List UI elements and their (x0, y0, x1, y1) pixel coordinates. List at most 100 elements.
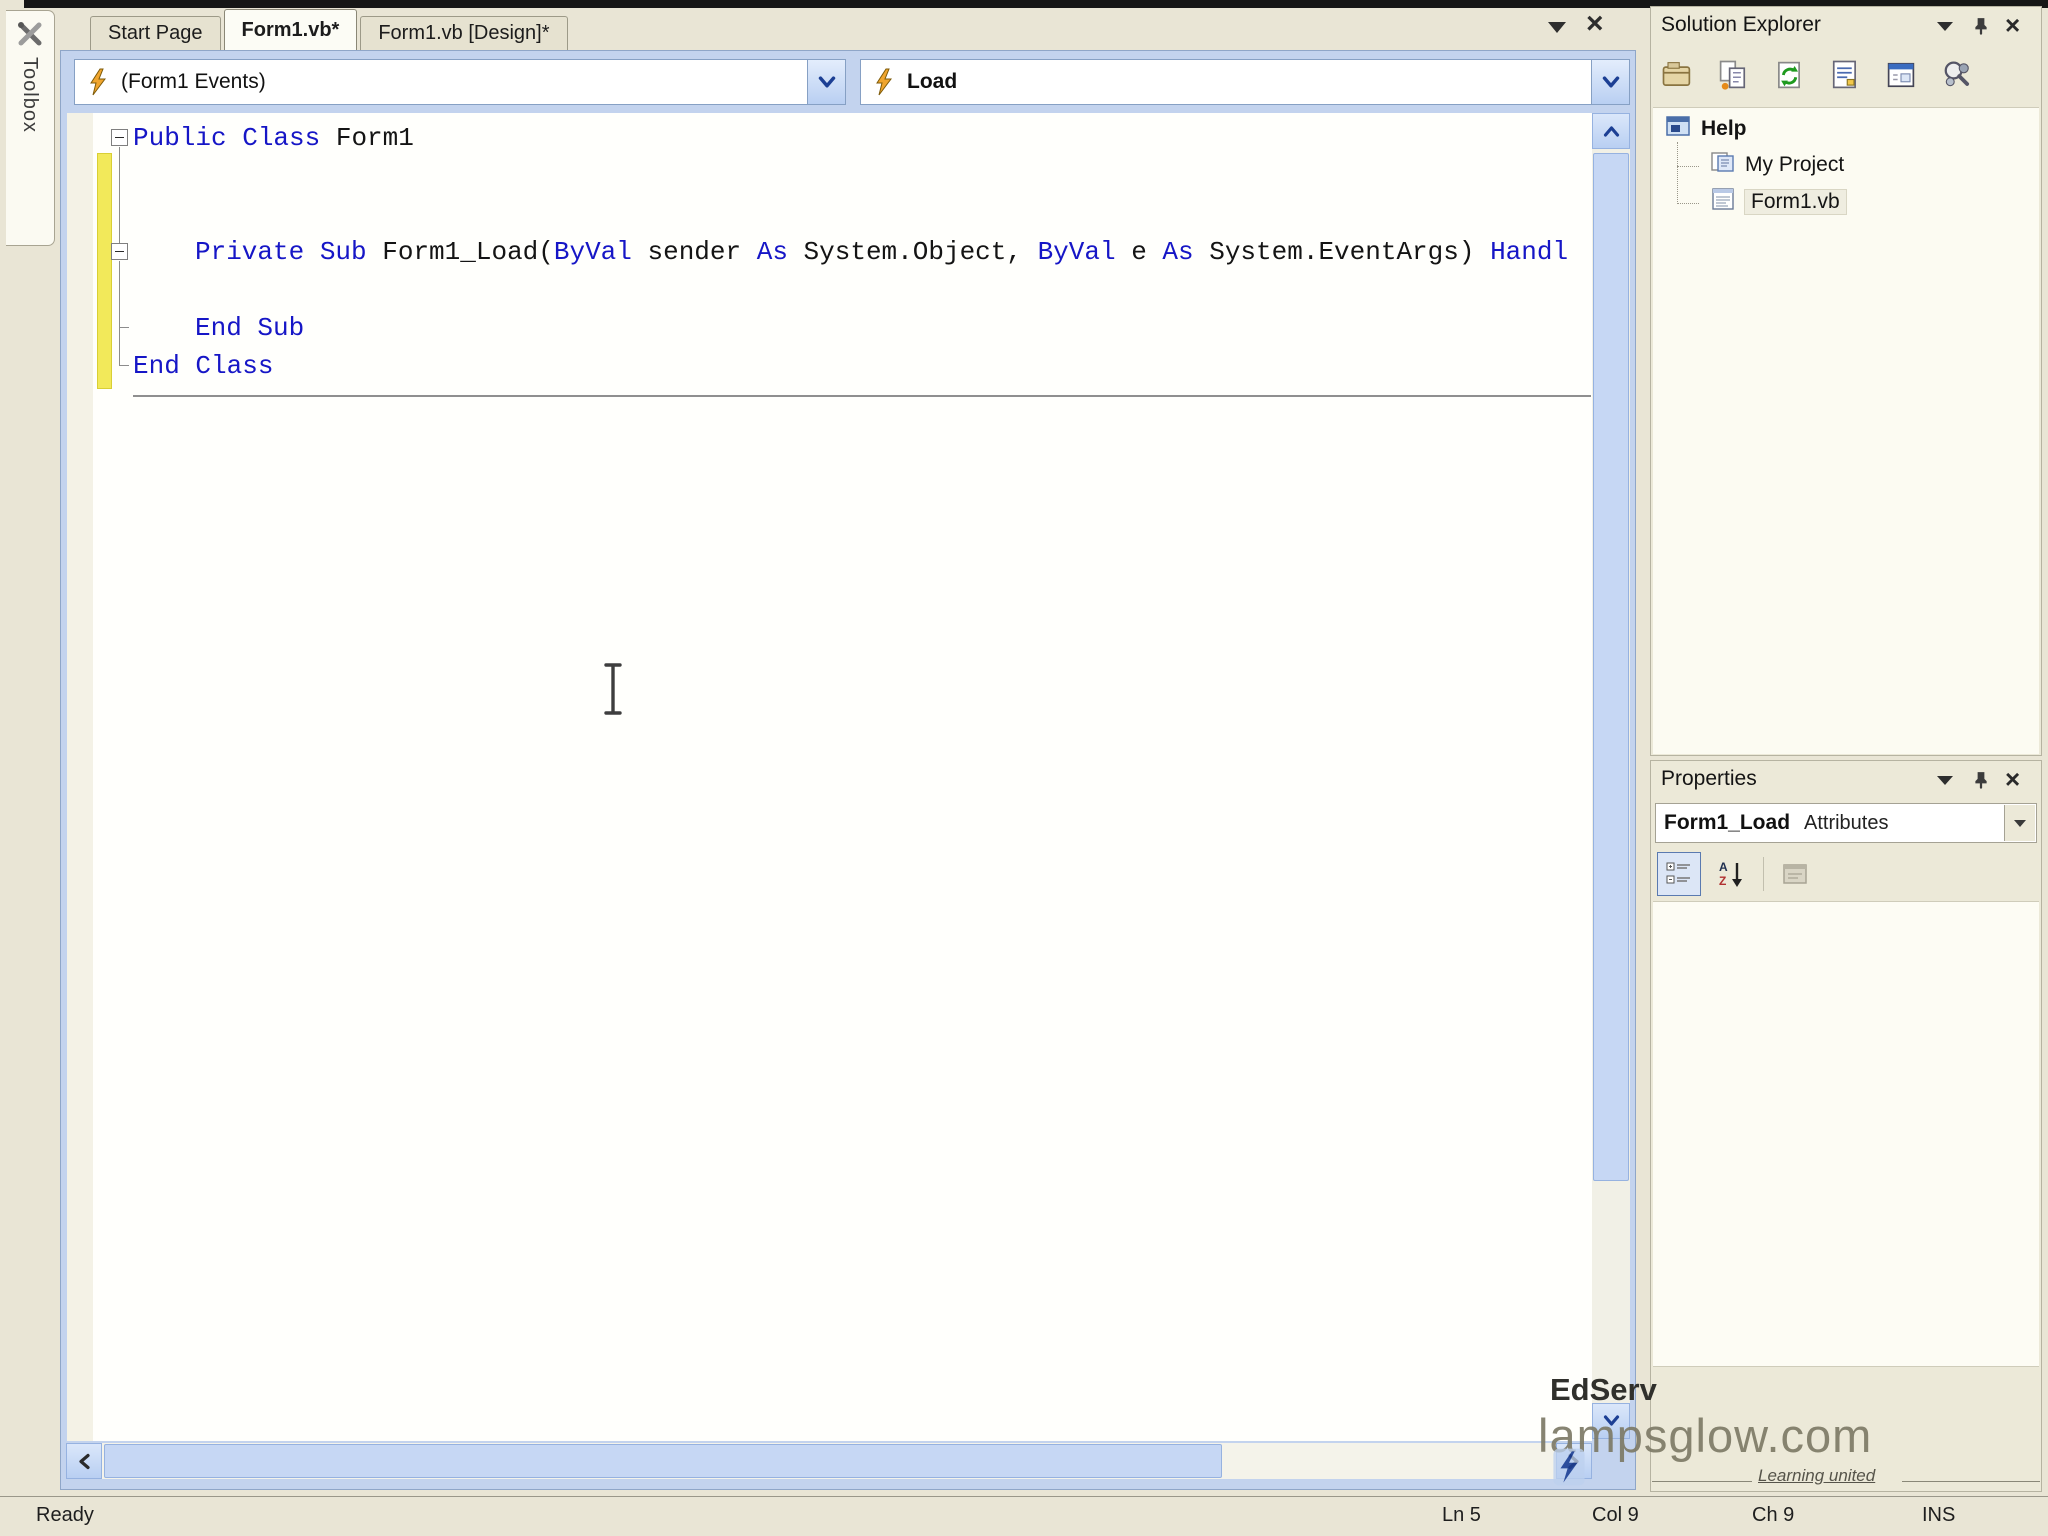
tree-item-label: Help (1701, 117, 1747, 140)
watermark-brand: EdServ (1550, 1372, 1657, 1407)
method-name-combobox[interactable]: Load (860, 59, 1630, 105)
show-all-files-icon[interactable] (1711, 53, 1755, 97)
watermark-site: lampsglow.com (1538, 1409, 1873, 1462)
window-menu-icon[interactable] (1937, 776, 1953, 785)
view-designer-icon[interactable] (1879, 53, 1923, 97)
view-class-diagram-icon[interactable] (1935, 53, 1979, 97)
watermark-tagline: Learning united (1758, 1466, 1876, 1485)
event-lightning-icon (85, 68, 111, 101)
horizontal-scroll-thumb[interactable] (104, 1444, 1222, 1478)
watermark-rule (1652, 1481, 1752, 1482)
status-insert-mode: INS (1922, 1504, 1956, 1526)
toolbox-label: Toolbox (19, 57, 41, 133)
chevron-down-icon (2014, 819, 2026, 827)
properties-icon[interactable] (1655, 53, 1699, 97)
solution-tree: Help My Project Form1.vb (1653, 107, 2039, 754)
ibeam-cursor-icon (601, 661, 625, 722)
document-close-icon[interactable]: × (1586, 6, 1604, 42)
properties-panel: Properties × Form1_Load Attributes AZ (1650, 760, 2042, 1492)
outline-end-tick (119, 327, 129, 328)
form-file-icon (1709, 187, 1737, 217)
outline-end-tick (119, 365, 129, 366)
tree-item-label: Form1.vb (1744, 189, 1847, 215)
property-pages-icon (1774, 853, 1816, 895)
method-name-value: Load (907, 70, 958, 93)
toolbox-flyout-tab[interactable]: Toolbox (6, 10, 55, 246)
close-icon[interactable]: × (2005, 764, 2020, 795)
status-bar: Ready Ln 5 Col 9 Ch 9 INS (0, 1496, 2048, 1536)
outline-line (119, 147, 120, 243)
status-column-number: Col 9 (1592, 1504, 1639, 1526)
tab-form1-vb[interactable]: Form1.vb* (223, 9, 358, 50)
status-state: Ready (36, 1504, 94, 1526)
chevron-down-icon (818, 75, 835, 87)
object-selector-dropdown-button[interactable] (2004, 805, 2035, 841)
view-code-icon[interactable] (1823, 53, 1867, 97)
collapse-region-icon[interactable] (111, 243, 128, 260)
editor-vertical-scrollbar[interactable] (1592, 113, 1630, 1439)
scroll-left-button[interactable] (66, 1443, 102, 1479)
close-icon[interactable]: × (2005, 10, 2020, 41)
solution-explorer-panel: Solution Explorer × Help My Project Form… (1650, 6, 2042, 756)
document-tab-strip: Start Page Form1.vb* Form1.vb [Design]* (90, 8, 568, 50)
event-lightning-icon (871, 68, 897, 101)
chevron-up-icon (1603, 126, 1619, 137)
class-name-dropdown-button[interactable] (807, 60, 845, 104)
method-name-dropdown-button[interactable] (1591, 60, 1629, 104)
editor-horizontal-scrollbar[interactable] (66, 1443, 1592, 1479)
class-name-combobox[interactable]: (Form1 Events) (74, 59, 846, 105)
document-list-dropdown-icon[interactable] (1548, 22, 1566, 33)
watermark-rule (1902, 1481, 2040, 1482)
tree-connector (1677, 203, 1699, 205)
code-line-1: Public Class Form1 (133, 123, 414, 153)
solution-explorer-titlebar[interactable]: Solution Explorer × (1651, 9, 2041, 43)
status-character-number: Ch 9 (1752, 1504, 1795, 1526)
selected-object-name: Form1_Load (1664, 811, 1791, 834)
tab-form1-vb-design[interactable]: Form1.vb [Design]* (360, 16, 568, 50)
vs-ide-window: Toolbox Start Page Form1.vb* Form1.vb [D… (0, 0, 2048, 1536)
watermark-lightning-icon (1552, 1446, 1586, 1493)
collapse-region-icon[interactable] (111, 129, 128, 146)
chevron-down-icon (1602, 75, 1619, 87)
status-line-number: Ln 5 (1442, 1504, 1481, 1526)
refresh-icon[interactable] (1767, 53, 1811, 97)
outline-line (119, 261, 120, 366)
code-line-4: Private Sub Form1_Load(ByVal sender As S… (195, 237, 1569, 267)
tools-icon (15, 19, 45, 54)
code-line-7: End Class (133, 351, 274, 381)
changed-lines-bar (97, 153, 112, 389)
object-selector-combobox[interactable]: Form1_Load Attributes (1655, 803, 2037, 843)
window-menu-icon[interactable] (1937, 22, 1953, 31)
properties-title: Properties (1661, 767, 1757, 790)
solution-explorer-title: Solution Explorer (1661, 13, 1821, 36)
properties-grid[interactable] (1653, 901, 2039, 1367)
properties-titlebar[interactable]: Properties × (1651, 763, 2041, 797)
procedure-separator-line (133, 395, 1591, 397)
tree-connector (1677, 166, 1699, 168)
code-editor-frame: (Form1 Events) Load Public Class Form1 P… (60, 50, 1636, 1490)
indicator-margin (67, 113, 93, 1441)
pin-icon[interactable] (1973, 17, 1989, 40)
solution-explorer-toolbar (1655, 47, 2037, 103)
properties-toolbar: AZ (1657, 851, 1816, 897)
tree-item-help-project[interactable]: Help (1665, 114, 1747, 144)
my-project-icon (1709, 150, 1737, 180)
code-editor-surface[interactable]: Public Class Form1 Private Sub Form1_Loa… (67, 113, 1592, 1441)
categorized-icon[interactable] (1657, 852, 1701, 896)
selected-object-type: Attributes (1804, 812, 1889, 834)
class-name-value: (Form1 Events) (121, 70, 266, 93)
svg-text:Z: Z (1719, 874, 1726, 888)
tree-item-label: My Project (1745, 153, 1845, 176)
alphabetical-sort-icon[interactable]: AZ (1711, 853, 1753, 895)
scroll-up-button[interactable] (1592, 113, 1630, 149)
tree-item-my-project[interactable]: My Project (1709, 150, 1844, 180)
tab-start-page[interactable]: Start Page (90, 16, 221, 50)
tree-connector (1677, 142, 1679, 204)
code-line-6: End Sub (195, 313, 305, 343)
pin-icon[interactable] (1973, 771, 1989, 794)
tree-item-form1-vb[interactable]: Form1.vb (1709, 187, 1847, 217)
vb-project-icon (1665, 114, 1693, 144)
toolbar-separator (1763, 857, 1764, 891)
vertical-scroll-thumb[interactable] (1593, 153, 1629, 1181)
svg-text:A: A (1719, 860, 1728, 874)
